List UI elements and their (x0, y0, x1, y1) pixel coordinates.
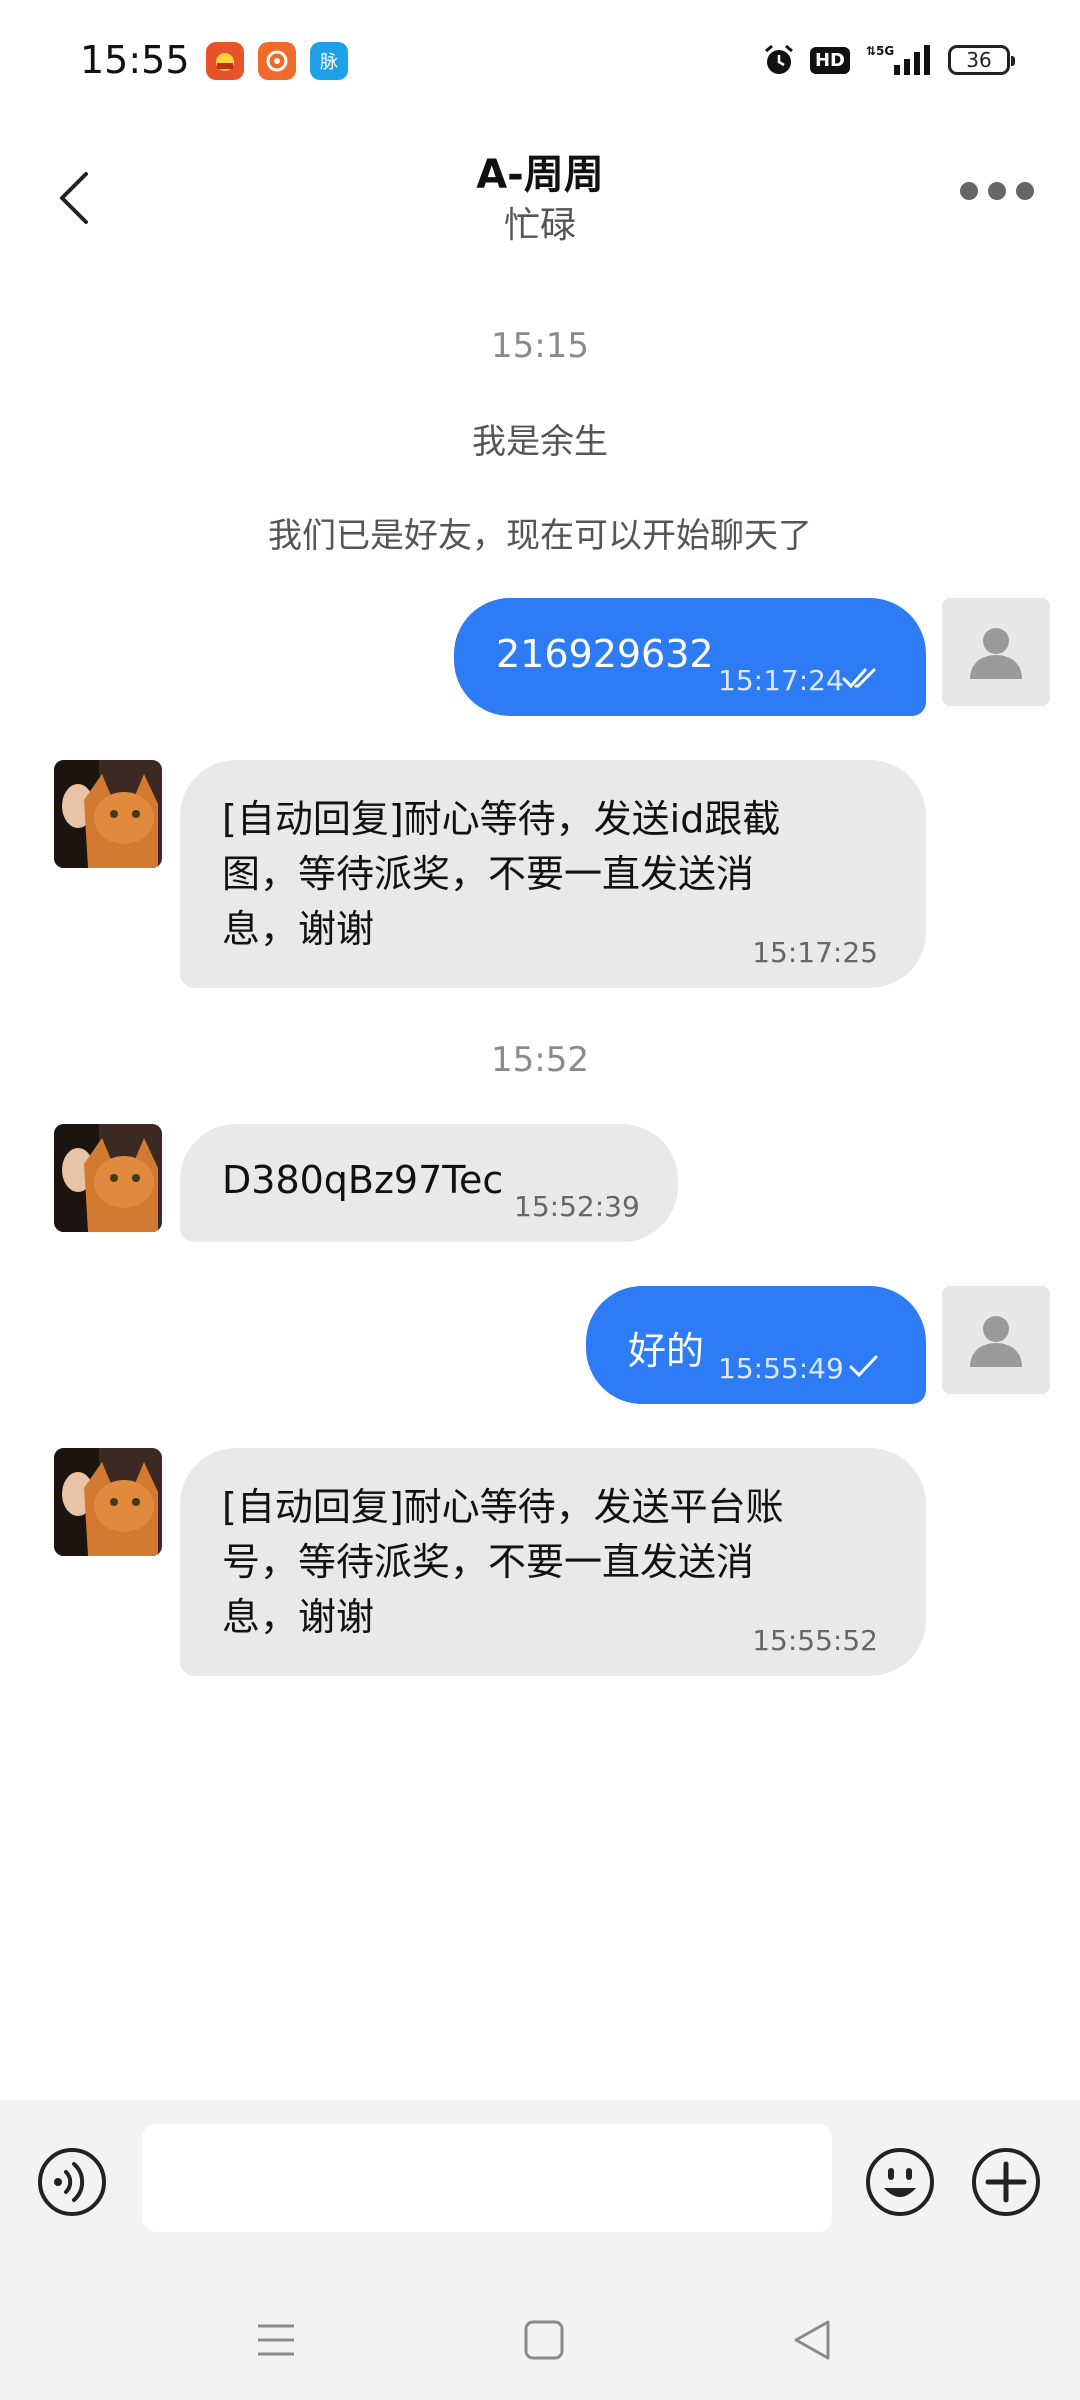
back-triangle-icon (794, 2320, 830, 2360)
message-text-line: [自动回复]耐心等待，发送id跟截 (222, 797, 781, 841)
timestamp-divider: 15:15 (491, 326, 589, 366)
home-square-icon (524, 2320, 564, 2360)
person-icon (970, 628, 1022, 679)
timestamp-divider: 15:52 (491, 1040, 589, 1080)
system-message: 我是余生 (472, 422, 608, 462)
message-time: 15:17:25 (752, 936, 878, 969)
contact-avatar[interactable] (54, 760, 162, 868)
my-avatar[interactable] (942, 1286, 1050, 1394)
nav-back-button[interactable] (784, 2312, 840, 2368)
emoji-icon (866, 2148, 934, 2216)
contact-name: A-周周 (476, 152, 604, 198)
message-time: 15:52:39 (514, 1190, 640, 1223)
more-actions-button[interactable] (970, 2146, 1042, 2218)
system-message: 我们已是好友，现在可以开始聊天了 (268, 516, 812, 556)
voice-input-button[interactable] (36, 2146, 108, 2218)
read-double-check-icon (842, 668, 876, 689)
alarm-icon (765, 44, 793, 74)
person-icon (970, 1316, 1022, 1367)
status-time: 15:55 (80, 38, 190, 82)
nav-home-button[interactable] (516, 2312, 572, 2368)
more-dot-icon (1016, 182, 1034, 200)
message-text: D380qBz97Tec (222, 1158, 504, 1202)
message-time: 15:17:24 (718, 664, 844, 697)
video-app-icon (258, 42, 296, 80)
system-icons: HD ⇅5G 36 (762, 40, 1015, 80)
svg-text:⇅5G: ⇅5G (866, 44, 894, 58)
received-message-bubble[interactable]: D380qBz97Tec 15:52:39 (180, 1124, 678, 1242)
more-dot-icon (988, 182, 1006, 200)
chat-app-icon-label: 脉 (320, 52, 338, 73)
voice-icon (38, 2148, 106, 2216)
message-text: 好的 (628, 1329, 705, 1373)
message-time: 15:55:49 (718, 1352, 844, 1385)
chat-header: A-周周 忙碌 (0, 120, 1080, 270)
contact-photo-icon (54, 760, 162, 868)
contact-status: 忙碌 (503, 205, 576, 246)
menu-icon (258, 2324, 294, 2356)
message-text: 216929632 (496, 632, 714, 676)
message-input[interactable] (142, 2124, 832, 2232)
received-message-bubble[interactable]: [自动回复]耐心等待，发送平台账 号，等待派奖，不要一直发送消 息，谢谢 15:… (180, 1448, 926, 1676)
emoji-button[interactable] (864, 2146, 936, 2218)
message-time: 15:55:52 (752, 1624, 878, 1657)
sent-check-icon (849, 1355, 878, 1378)
more-dot-icon (960, 182, 978, 200)
sent-message-bubble[interactable]: 216929632 15:17:24 (454, 598, 926, 716)
contact-photo-icon (54, 1448, 162, 1556)
contact-avatar[interactable] (54, 1448, 162, 1556)
contact-photo-icon (54, 1124, 162, 1232)
hd-voice-icon: HD (809, 46, 850, 74)
message-text-line: [自动回复]耐心等待，发送平台账 (222, 1485, 784, 1529)
system-nav-bar (0, 2280, 1080, 2400)
message-text-line: 号，等待派奖，不要一直发送消 (222, 1540, 755, 1584)
contact-avatar[interactable] (54, 1124, 162, 1232)
chat-app-icon: 脉 (310, 42, 348, 80)
message-text-line: 息，谢谢 (222, 907, 375, 951)
battery-level: 36 (966, 48, 992, 72)
message-text-line: 息，谢谢 (222, 1595, 375, 1639)
more-options-button[interactable] (960, 176, 1040, 206)
signal-5g-icon: ⇅5G (866, 44, 930, 75)
battery-icon: 36 (948, 45, 1015, 75)
message-text-line: 图，等待派奖，不要一直发送消 (222, 852, 755, 896)
sent-message-bubble[interactable]: 好的 15:55:49 (586, 1286, 926, 1404)
news-app-icon (206, 42, 244, 80)
status-bar: 15:55 脉 HD ⇅5G 36 (0, 0, 1080, 120)
received-message-bubble[interactable]: [自动回复]耐心等待，发送id跟截 图，等待派奖，不要一直发送消 息，谢谢 15… (180, 760, 926, 988)
plus-icon (972, 2148, 1040, 2216)
my-avatar[interactable] (942, 598, 1050, 706)
nav-menu-button[interactable] (248, 2312, 304, 2368)
